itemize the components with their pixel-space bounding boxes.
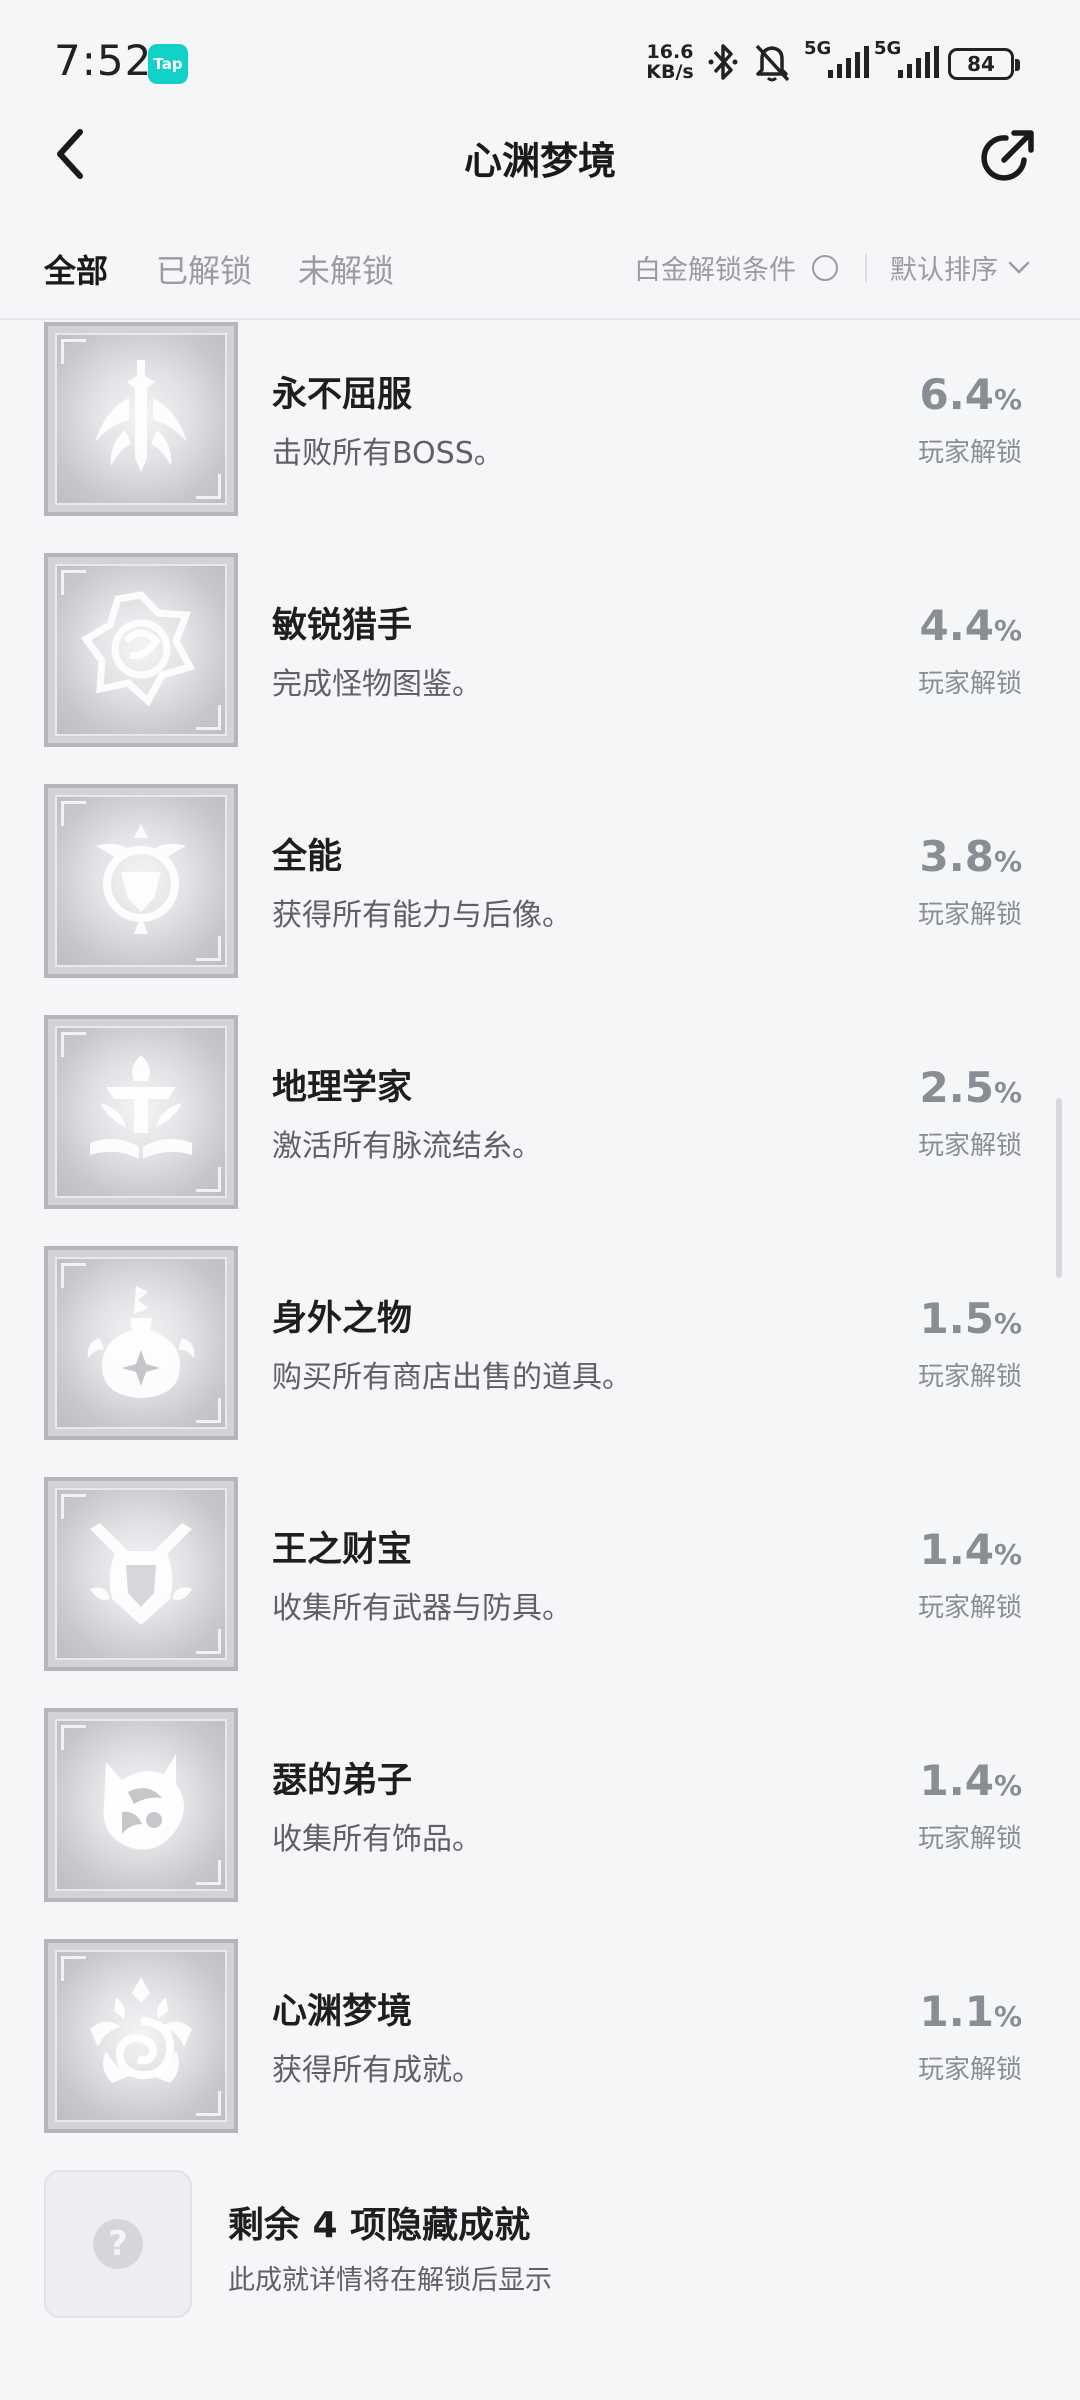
- achievement-item[interactable]: 永不屈服 击败所有BOSS。 6.4% 玩家解锁: [0, 322, 1080, 518]
- unlock-percentage-label: 玩家解锁: [917, 900, 1022, 930]
- taptap-app-icon: Tap: [148, 44, 188, 84]
- achievement-badge-icon: [44, 553, 238, 747]
- tab-locked[interactable]: 未解锁: [298, 246, 394, 292]
- percent-unit: %: [993, 1076, 1022, 1109]
- signal-icon: [898, 46, 939, 78]
- network-speed-value: 16.6: [646, 41, 694, 63]
- hidden-achievement-icon: ?: [44, 2170, 192, 2318]
- unlock-percentage-label: 玩家解锁: [917, 438, 1022, 468]
- chevron-down-icon: [1008, 261, 1030, 273]
- achievement-badge-icon: [44, 322, 238, 516]
- achievement-name: 地理学家: [272, 1068, 413, 1108]
- percent-unit: %: [993, 845, 1022, 878]
- unlock-percentage-label: 玩家解锁: [917, 1362, 1022, 1392]
- unlock-percentage-label: 玩家解锁: [917, 1131, 1022, 1161]
- achievement-badge-icon: [44, 1708, 238, 1902]
- achievement-badge-icon: [44, 1939, 238, 2133]
- achievement-name: 身外之物: [272, 1299, 413, 1339]
- achievement-item[interactable]: 全能 获得所有能力与后像。 3.8% 玩家解锁: [0, 784, 1080, 980]
- achievement-name: 永不屈服: [272, 375, 413, 415]
- unlock-percentage-label: 玩家解锁: [917, 1593, 1022, 1623]
- achievement-badge-icon: [44, 784, 238, 978]
- percent-unit: %: [993, 1769, 1022, 1802]
- battery-icon: 84: [948, 48, 1020, 80]
- platinum-condition-toggle[interactable]: 白金解锁条件: [634, 248, 838, 287]
- tab-all[interactable]: 全部: [44, 246, 108, 292]
- achievement-item[interactable]: 敏锐猎手 完成怪物图鉴。 4.4% 玩家解锁: [0, 553, 1080, 749]
- hidden-achievements[interactable]: ? 剩余 4 项隐藏成就 此成就详情将在解锁后显示: [0, 2170, 1080, 2320]
- unlock-percentage-value: 3.8: [919, 832, 994, 881]
- achievement-badge-icon: [44, 1015, 238, 1209]
- achievement-description: 完成怪物图鉴。: [272, 667, 482, 702]
- achievement-description: 购买所有商店出售的道具。: [272, 1360, 632, 1395]
- hidden-achievements-description: 此成就详情将在解锁后显示: [228, 2265, 552, 2296]
- percent-unit: %: [993, 1538, 1022, 1571]
- tab-unlocked[interactable]: 已解锁: [156, 246, 252, 292]
- divider: [865, 254, 867, 282]
- sort-dropdown[interactable]: 默认排序: [890, 248, 1030, 287]
- unlock-percentage: 1.1%: [920, 1987, 1022, 2036]
- achievement-name: 心渊梦境: [272, 1992, 413, 2032]
- unlock-percentage: 1.5%: [920, 1294, 1022, 1343]
- sort-label: 默认排序: [890, 255, 998, 286]
- unlock-percentage-value: 1.4: [919, 1756, 994, 1805]
- achievement-item[interactable]: 地理学家 激活所有脉流结糸。 2.5% 玩家解锁: [0, 1015, 1080, 1211]
- unlock-percentage: 4.4%: [920, 601, 1022, 650]
- achievement-item[interactable]: 身外之物 购买所有商店出售的道具。 1.5% 玩家解锁: [0, 1246, 1080, 1442]
- achievement-description: 获得所有成就。: [272, 2053, 482, 2088]
- share-icon: [981, 130, 1034, 181]
- achievement-item[interactable]: 王之财宝 收集所有武器与防具。 1.4% 玩家解锁: [0, 1477, 1080, 1673]
- filter-bar: 全部 已解锁 未解锁 白金解锁条件 默认排序: [0, 228, 1080, 320]
- percent-unit: %: [993, 2000, 1022, 2033]
- platinum-condition-label: 白金解锁条件: [634, 255, 796, 286]
- bluetooth-icon: [708, 44, 738, 80]
- unlock-percentage: 1.4%: [920, 1525, 1022, 1574]
- unlock-percentage: 3.8%: [920, 832, 1022, 881]
- unlock-percentage-value: 1.1: [919, 1987, 994, 2036]
- unlock-percentage-value: 4.4: [919, 601, 994, 650]
- unlock-percentage: 1.4%: [920, 1756, 1022, 1805]
- achievement-badge-icon: [44, 1477, 238, 1671]
- scrollbar[interactable]: [1056, 1098, 1062, 1278]
- nav-bar: 心渊梦境: [0, 118, 1080, 192]
- percent-unit: %: [993, 614, 1022, 647]
- achievement-description: 激活所有脉流结糸。: [272, 1129, 542, 1164]
- achievement-description: 获得所有能力与后像。: [272, 898, 572, 933]
- network-speed: 16.6 KB/s: [644, 42, 696, 82]
- percent-unit: %: [993, 1307, 1022, 1340]
- unlock-percentage-value: 1.5: [919, 1294, 994, 1343]
- unlock-percentage-value: 6.4: [919, 370, 994, 419]
- bell-muted-icon: [755, 44, 790, 82]
- achievement-description: 收集所有武器与防具。: [272, 1591, 572, 1626]
- status-bar: 7:52 Tap 16.6 KB/s 5G 5G 84: [0, 0, 1080, 128]
- unlock-percentage-label: 玩家解锁: [917, 669, 1022, 699]
- achievement-name: 王之财宝: [272, 1530, 413, 1570]
- unlock-percentage-value: 1.4: [919, 1525, 994, 1574]
- radio-circle-icon: [812, 254, 838, 281]
- hidden-achievements-title: 剩余 4 项隐藏成就: [228, 2205, 531, 2246]
- unlock-percentage-value: 2.5: [919, 1063, 994, 1112]
- achievement-description: 击败所有BOSS。: [272, 436, 504, 471]
- achievement-name: 全能: [272, 837, 343, 877]
- achievement-name: 敏锐猎手: [272, 606, 413, 646]
- unlock-percentage: 6.4%: [920, 370, 1022, 419]
- share-button[interactable]: [976, 124, 1040, 188]
- unlock-percentage-label: 玩家解锁: [917, 1824, 1022, 1854]
- signal-icon: [828, 46, 869, 78]
- achievement-item[interactable]: 心渊梦境 获得所有成就。 1.1% 玩家解锁: [0, 1939, 1080, 2135]
- status-time: 7:52: [54, 36, 153, 85]
- page-title: 心渊梦境: [463, 139, 616, 183]
- question-icon: ?: [93, 2219, 143, 2269]
- unlock-percentage: 2.5%: [920, 1063, 1022, 1112]
- achievement-item[interactable]: 瑟的弟子 收集所有饰品。 1.4% 玩家解锁: [0, 1708, 1080, 1904]
- unlock-percentage-label: 玩家解锁: [917, 2055, 1022, 2085]
- percent-unit: %: [993, 383, 1022, 416]
- achievement-description: 收集所有饰品。: [272, 1822, 482, 1857]
- achievement-name: 瑟的弟子: [272, 1761, 413, 1801]
- network-speed-unit: KB/s: [646, 61, 694, 83]
- achievement-badge-icon: [44, 1246, 238, 1440]
- screen: 7:52 Tap 16.6 KB/s 5G 5G 84 心渊梦境 全部 已解锁 …: [0, 0, 1080, 2400]
